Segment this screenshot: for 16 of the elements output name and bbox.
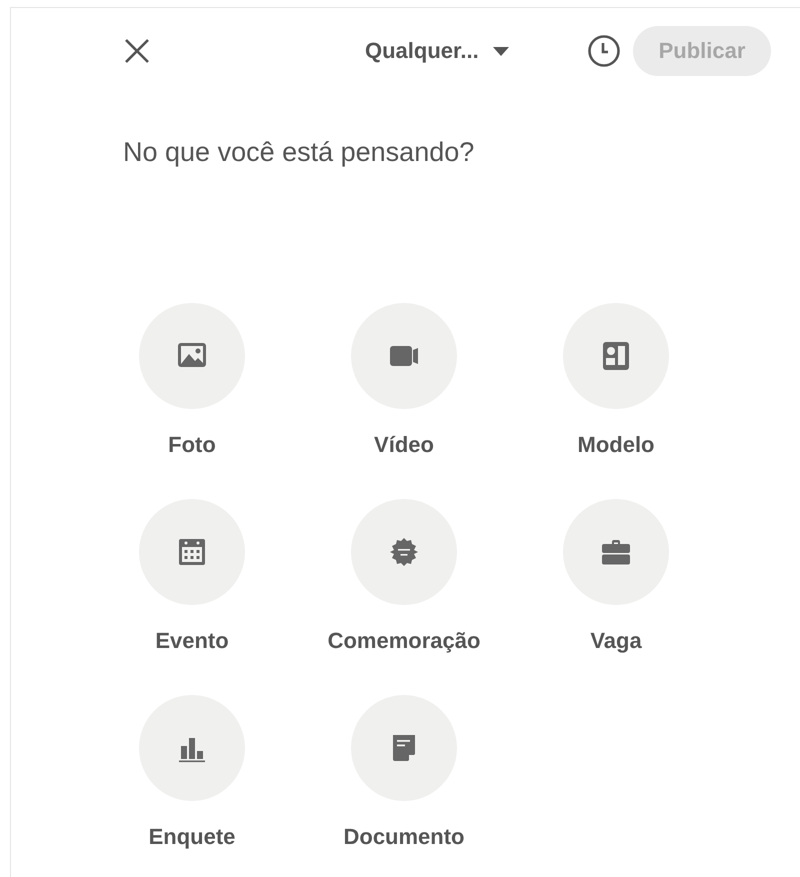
calendar-icon bbox=[176, 536, 208, 568]
close-icon bbox=[123, 37, 151, 65]
action-label: Foto bbox=[168, 431, 216, 459]
action-label: Enquete bbox=[148, 823, 236, 851]
layout-icon bbox=[600, 340, 632, 372]
action-label: Evento bbox=[155, 627, 229, 655]
action-label: Documento bbox=[344, 823, 464, 851]
caret-icon bbox=[492, 46, 509, 56]
clock-icon[interactable] bbox=[587, 34, 621, 68]
audience-dropdown[interactable]: Qualquer... bbox=[365, 38, 587, 64]
action-label: Modelo bbox=[578, 431, 654, 459]
action-label: Vídeo bbox=[374, 431, 434, 459]
action-label: Vaga bbox=[590, 627, 642, 655]
action-label: Comemoração bbox=[328, 627, 480, 655]
post-input-field[interactable]: No que você está pensando? bbox=[123, 137, 723, 197]
badge-icon bbox=[388, 536, 420, 568]
